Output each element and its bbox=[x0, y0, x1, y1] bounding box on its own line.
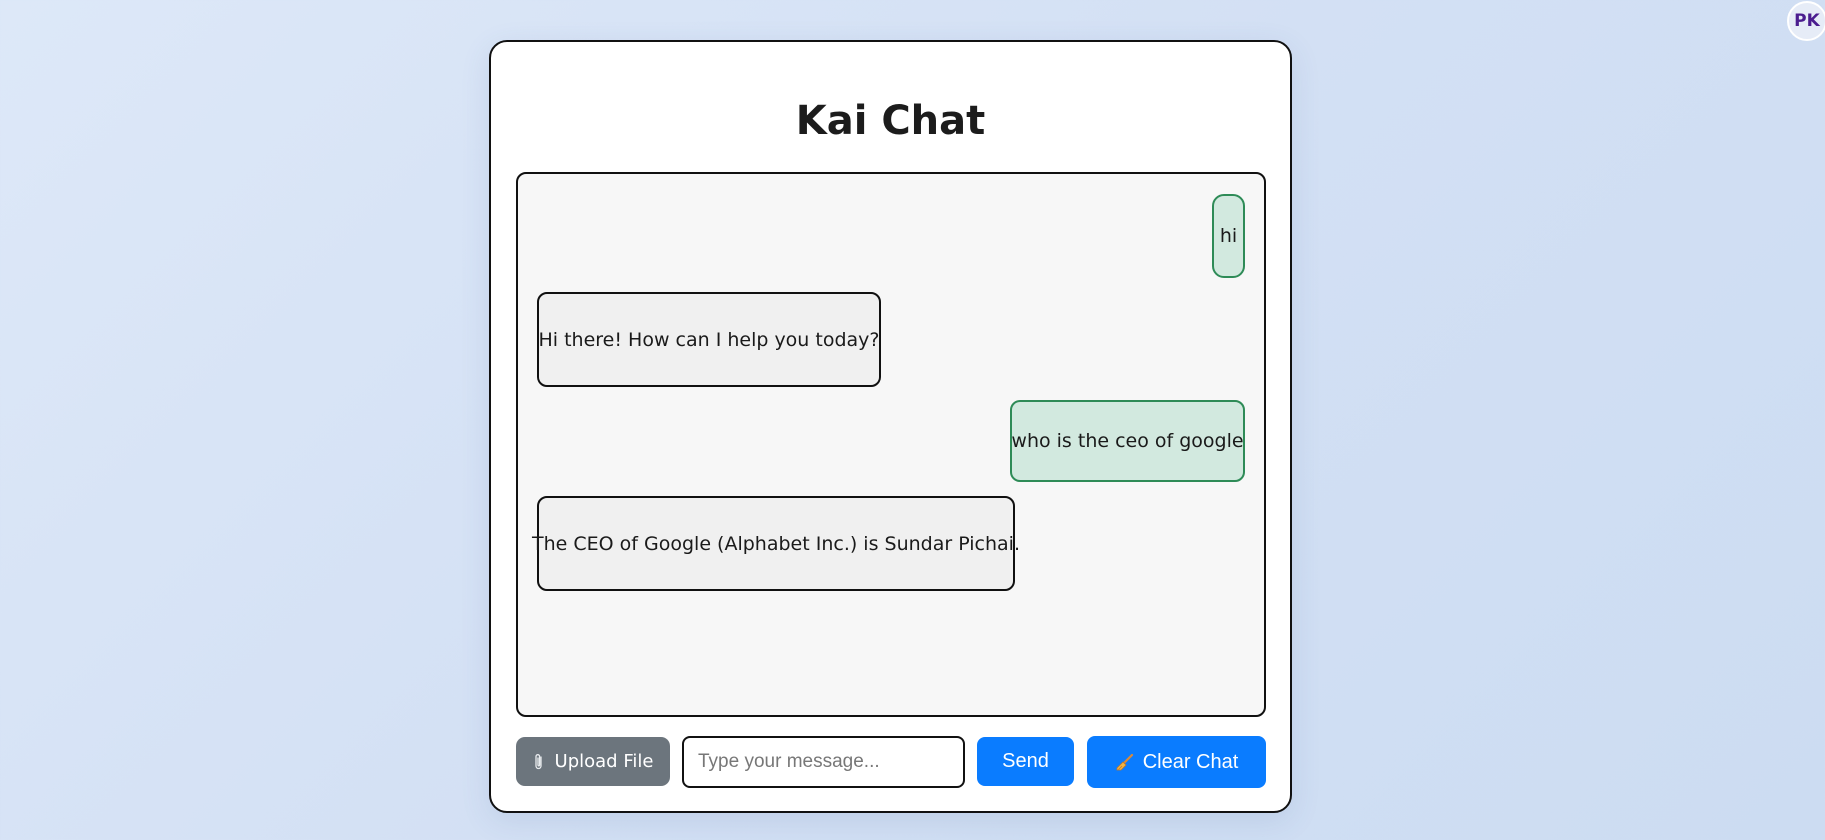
chat-card: Kai Chat hi Hi there! How can I help you… bbox=[489, 40, 1292, 813]
message-text: Hi there! How can I help you today? bbox=[538, 328, 880, 351]
bot-message: Hi there! How can I help you today? bbox=[537, 292, 881, 387]
user-message: who is the ceo of google bbox=[1010, 400, 1245, 482]
send-label: Send bbox=[1002, 750, 1049, 772]
user-message: hi bbox=[1212, 194, 1245, 278]
message-input[interactable] bbox=[682, 736, 965, 788]
upload-file-button[interactable]: Upload File bbox=[516, 737, 670, 786]
message-text: who is the ceo of google bbox=[1011, 430, 1244, 452]
chat-controls: Upload File Send Clear Chat bbox=[516, 735, 1266, 789]
message-text: hi bbox=[1219, 225, 1238, 247]
broom-icon bbox=[1115, 752, 1135, 772]
chat-history[interactable]: hi Hi there! How can I help you today? w… bbox=[516, 172, 1266, 717]
clear-chat-button[interactable]: Clear Chat bbox=[1087, 736, 1266, 788]
clear-chat-label: Clear Chat bbox=[1142, 750, 1239, 773]
page-title: Kai Chat bbox=[795, 98, 986, 144]
bot-message: The CEO of Google (Alphabet Inc.) is Sun… bbox=[532, 496, 1020, 591]
message-text: The CEO of Google (Alphabet Inc.) is Sun… bbox=[532, 532, 1020, 555]
send-button[interactable]: Send bbox=[977, 737, 1074, 786]
paperclip-icon bbox=[533, 753, 545, 771]
upload-file-label: Upload File bbox=[554, 751, 654, 772]
avatar[interactable]: PK bbox=[1787, 1, 1825, 41]
